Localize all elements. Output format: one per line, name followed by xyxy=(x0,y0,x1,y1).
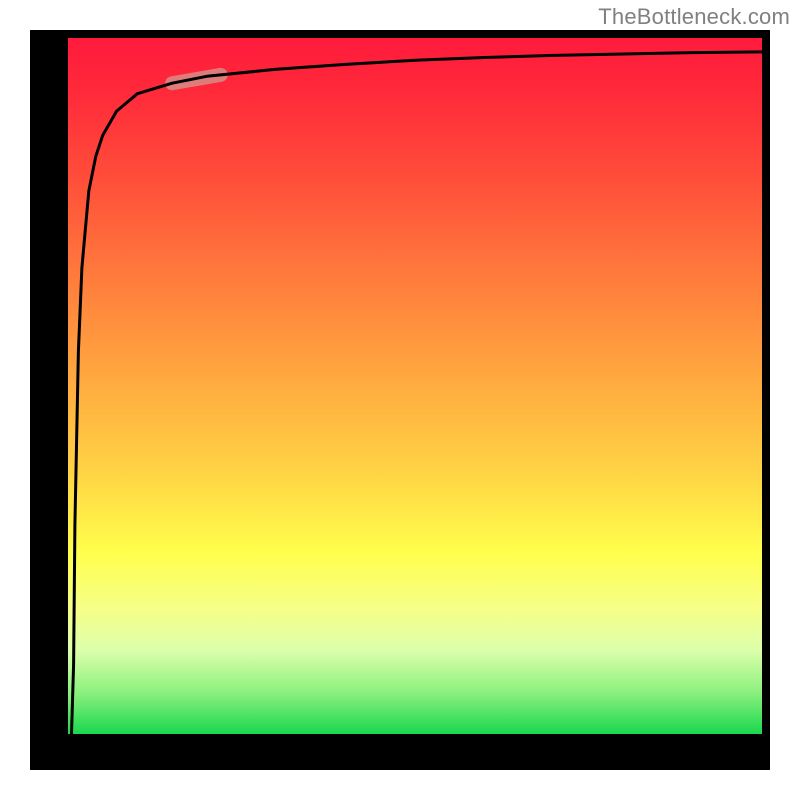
bottleneck-curve-path xyxy=(72,52,763,734)
plot-gradient-background xyxy=(68,38,762,734)
watermark-text: TheBottleneck.com xyxy=(598,4,790,30)
curve-layer xyxy=(68,38,762,734)
chart-stage: TheBottleneck.com xyxy=(0,0,800,800)
plot-border xyxy=(30,30,770,770)
